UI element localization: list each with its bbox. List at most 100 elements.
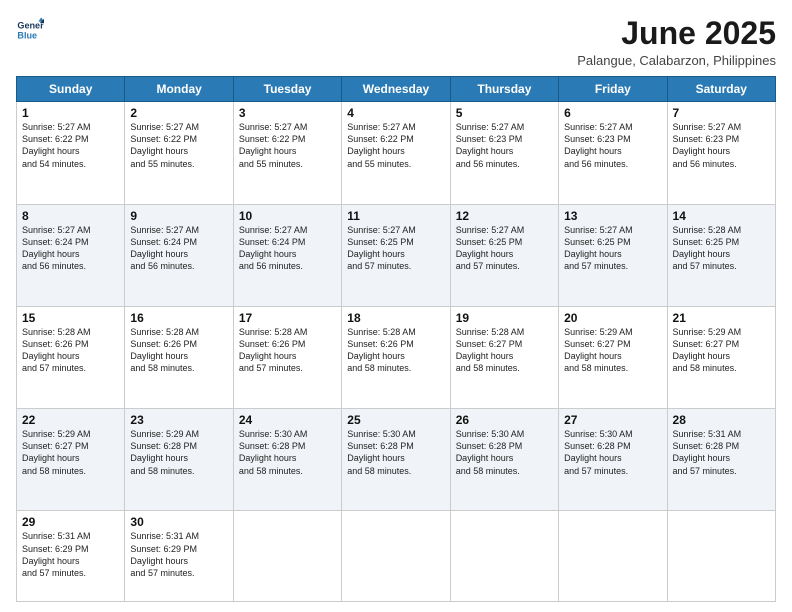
day-number: 3 — [239, 106, 336, 120]
table-row: 26 Sunrise: 5:30 AM Sunset: 6:28 PM Dayl… — [450, 409, 558, 511]
day-number: 16 — [130, 311, 227, 325]
day-number: 13 — [564, 209, 661, 223]
header: General Blue June 2025 Palangue, Calabar… — [16, 16, 776, 68]
day-number: 11 — [347, 209, 444, 223]
calendar-table: Sunday Monday Tuesday Wednesday Thursday… — [16, 76, 776, 602]
day-number: 28 — [673, 413, 770, 427]
table-row: 12 Sunrise: 5:27 AM Sunset: 6:25 PM Dayl… — [450, 204, 558, 306]
cell-info: Sunrise: 5:29 AM Sunset: 6:27 PM Dayligh… — [22, 428, 119, 477]
logo-icon: General Blue — [16, 16, 44, 44]
day-number: 20 — [564, 311, 661, 325]
table-row: 19 Sunrise: 5:28 AM Sunset: 6:27 PM Dayl… — [450, 306, 558, 408]
table-row: 16 Sunrise: 5:28 AM Sunset: 6:26 PM Dayl… — [125, 306, 233, 408]
table-row: 3 Sunrise: 5:27 AM Sunset: 6:22 PM Dayli… — [233, 102, 341, 204]
table-row: 28 Sunrise: 5:31 AM Sunset: 6:28 PM Dayl… — [667, 409, 775, 511]
day-number: 12 — [456, 209, 553, 223]
header-row: Sunday Monday Tuesday Wednesday Thursday… — [17, 77, 776, 102]
calendar-week-5: 29 Sunrise: 5:31 AM Sunset: 6:29 PM Dayl… — [17, 511, 776, 602]
cell-info: Sunrise: 5:29 AM Sunset: 6:28 PM Dayligh… — [130, 428, 227, 477]
cell-info: Sunrise: 5:31 AM Sunset: 6:29 PM Dayligh… — [22, 530, 119, 579]
cell-info: Sunrise: 5:30 AM Sunset: 6:28 PM Dayligh… — [456, 428, 553, 477]
cell-info: Sunrise: 5:29 AM Sunset: 6:27 PM Dayligh… — [564, 326, 661, 375]
cell-info: Sunrise: 5:30 AM Sunset: 6:28 PM Dayligh… — [347, 428, 444, 477]
table-row — [559, 511, 667, 602]
calendar-week-1: 1 Sunrise: 5:27 AM Sunset: 6:22 PM Dayli… — [17, 102, 776, 204]
table-row: 18 Sunrise: 5:28 AM Sunset: 6:26 PM Dayl… — [342, 306, 450, 408]
day-number: 27 — [564, 413, 661, 427]
cell-info: Sunrise: 5:27 AM Sunset: 6:24 PM Dayligh… — [130, 224, 227, 273]
day-number: 1 — [22, 106, 119, 120]
cell-info: Sunrise: 5:28 AM Sunset: 6:25 PM Dayligh… — [673, 224, 770, 273]
day-number: 24 — [239, 413, 336, 427]
table-row — [342, 511, 450, 602]
calendar-week-4: 22 Sunrise: 5:29 AM Sunset: 6:27 PM Dayl… — [17, 409, 776, 511]
day-number: 25 — [347, 413, 444, 427]
table-row: 24 Sunrise: 5:30 AM Sunset: 6:28 PM Dayl… — [233, 409, 341, 511]
cell-info: Sunrise: 5:31 AM Sunset: 6:29 PM Dayligh… — [130, 530, 227, 579]
cell-info: Sunrise: 5:27 AM Sunset: 6:22 PM Dayligh… — [130, 121, 227, 170]
day-number: 4 — [347, 106, 444, 120]
day-number: 9 — [130, 209, 227, 223]
day-number: 6 — [564, 106, 661, 120]
table-row: 4 Sunrise: 5:27 AM Sunset: 6:22 PM Dayli… — [342, 102, 450, 204]
svg-text:Blue: Blue — [17, 30, 37, 40]
day-number: 30 — [130, 515, 227, 529]
calendar-week-2: 8 Sunrise: 5:27 AM Sunset: 6:24 PM Dayli… — [17, 204, 776, 306]
cell-info: Sunrise: 5:28 AM Sunset: 6:27 PM Dayligh… — [456, 326, 553, 375]
cell-info: Sunrise: 5:27 AM Sunset: 6:22 PM Dayligh… — [239, 121, 336, 170]
day-number: 19 — [456, 311, 553, 325]
calendar-week-3: 15 Sunrise: 5:28 AM Sunset: 6:26 PM Dayl… — [17, 306, 776, 408]
cell-info: Sunrise: 5:27 AM Sunset: 6:22 PM Dayligh… — [22, 121, 119, 170]
main-title: June 2025 — [577, 16, 776, 51]
col-monday: Monday — [125, 77, 233, 102]
table-row: 22 Sunrise: 5:29 AM Sunset: 6:27 PM Dayl… — [17, 409, 125, 511]
cell-info: Sunrise: 5:28 AM Sunset: 6:26 PM Dayligh… — [130, 326, 227, 375]
cell-info: Sunrise: 5:29 AM Sunset: 6:27 PM Dayligh… — [673, 326, 770, 375]
cell-info: Sunrise: 5:28 AM Sunset: 6:26 PM Dayligh… — [22, 326, 119, 375]
table-row: 2 Sunrise: 5:27 AM Sunset: 6:22 PM Dayli… — [125, 102, 233, 204]
title-block: June 2025 Palangue, Calabarzon, Philippi… — [577, 16, 776, 68]
col-saturday: Saturday — [667, 77, 775, 102]
day-number: 14 — [673, 209, 770, 223]
day-number: 23 — [130, 413, 227, 427]
cell-info: Sunrise: 5:30 AM Sunset: 6:28 PM Dayligh… — [239, 428, 336, 477]
col-friday: Friday — [559, 77, 667, 102]
cell-info: Sunrise: 5:27 AM Sunset: 6:23 PM Dayligh… — [564, 121, 661, 170]
day-number: 26 — [456, 413, 553, 427]
table-row: 30 Sunrise: 5:31 AM Sunset: 6:29 PM Dayl… — [125, 511, 233, 602]
table-row: 29 Sunrise: 5:31 AM Sunset: 6:29 PM Dayl… — [17, 511, 125, 602]
day-number: 10 — [239, 209, 336, 223]
cell-info: Sunrise: 5:27 AM Sunset: 6:25 PM Dayligh… — [456, 224, 553, 273]
table-row: 23 Sunrise: 5:29 AM Sunset: 6:28 PM Dayl… — [125, 409, 233, 511]
cell-info: Sunrise: 5:27 AM Sunset: 6:23 PM Dayligh… — [673, 121, 770, 170]
table-row: 5 Sunrise: 5:27 AM Sunset: 6:23 PM Dayli… — [450, 102, 558, 204]
day-number: 21 — [673, 311, 770, 325]
day-number: 29 — [22, 515, 119, 529]
table-row: 8 Sunrise: 5:27 AM Sunset: 6:24 PM Dayli… — [17, 204, 125, 306]
table-row: 14 Sunrise: 5:28 AM Sunset: 6:25 PM Dayl… — [667, 204, 775, 306]
day-number: 7 — [673, 106, 770, 120]
day-number: 22 — [22, 413, 119, 427]
day-number: 2 — [130, 106, 227, 120]
table-row — [450, 511, 558, 602]
table-row: 17 Sunrise: 5:28 AM Sunset: 6:26 PM Dayl… — [233, 306, 341, 408]
table-row: 6 Sunrise: 5:27 AM Sunset: 6:23 PM Dayli… — [559, 102, 667, 204]
day-number: 15 — [22, 311, 119, 325]
table-row: 27 Sunrise: 5:30 AM Sunset: 6:28 PM Dayl… — [559, 409, 667, 511]
table-row: 20 Sunrise: 5:29 AM Sunset: 6:27 PM Dayl… — [559, 306, 667, 408]
cell-info: Sunrise: 5:27 AM Sunset: 6:25 PM Dayligh… — [347, 224, 444, 273]
cell-info: Sunrise: 5:27 AM Sunset: 6:22 PM Dayligh… — [347, 121, 444, 170]
table-row: 15 Sunrise: 5:28 AM Sunset: 6:26 PM Dayl… — [17, 306, 125, 408]
table-row: 21 Sunrise: 5:29 AM Sunset: 6:27 PM Dayl… — [667, 306, 775, 408]
col-thursday: Thursday — [450, 77, 558, 102]
col-wednesday: Wednesday — [342, 77, 450, 102]
day-number: 8 — [22, 209, 119, 223]
table-row: 11 Sunrise: 5:27 AM Sunset: 6:25 PM Dayl… — [342, 204, 450, 306]
table-row: 25 Sunrise: 5:30 AM Sunset: 6:28 PM Dayl… — [342, 409, 450, 511]
logo: General Blue — [16, 16, 44, 44]
cell-info: Sunrise: 5:30 AM Sunset: 6:28 PM Dayligh… — [564, 428, 661, 477]
page: General Blue June 2025 Palangue, Calabar… — [0, 0, 792, 612]
table-row — [233, 511, 341, 602]
day-number: 18 — [347, 311, 444, 325]
cell-info: Sunrise: 5:28 AM Sunset: 6:26 PM Dayligh… — [239, 326, 336, 375]
